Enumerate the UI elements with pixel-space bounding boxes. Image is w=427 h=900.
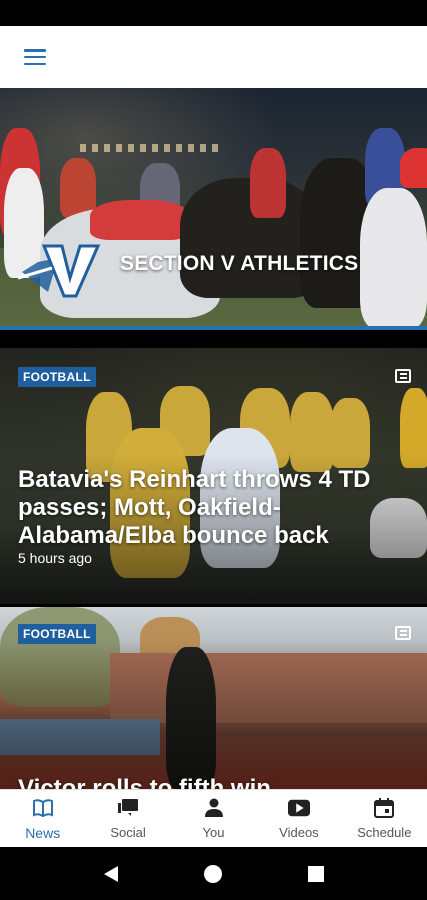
article-timestamp: 5 hours ago <box>18 550 92 566</box>
play-icon <box>287 797 310 819</box>
back-icon[interactable] <box>100 863 122 885</box>
player-shape <box>250 148 286 218</box>
section-v-logo <box>18 244 101 298</box>
article-headline: Victor rolls to fifth win <box>18 775 271 789</box>
nav-label: Videos <box>279 825 319 840</box>
nav-item-news[interactable]: News <box>0 790 85 847</box>
category-badge: FOOTBALL <box>18 624 96 644</box>
person-icon <box>203 797 225 819</box>
helmet-shape <box>90 200 190 240</box>
nav-item-videos[interactable]: Videos <box>256 790 341 847</box>
article-card[interactable]: FOOTBALL Batavia's Reinhart throws 4 TD … <box>0 348 427 604</box>
article-headline: Batavia's Reinhart throws 4 TD passes; M… <box>18 466 371 549</box>
nav-item-schedule[interactable]: Schedule <box>342 790 427 847</box>
article-card[interactable]: FOOTBALL Victor rolls to fifth win <box>0 607 427 789</box>
nav-label: News <box>25 824 61 841</box>
category-badge: FOOTBALL <box>18 367 96 387</box>
article-icon <box>395 626 411 640</box>
recents-icon[interactable] <box>305 863 327 885</box>
chat-icon <box>117 797 139 819</box>
player-shape <box>360 188 427 328</box>
stadium-lights <box>80 144 220 152</box>
helmet-shape <box>400 148 427 188</box>
bottom-navigation: News Social You Videos Schedule <box>0 789 427 847</box>
article-icon <box>395 369 411 383</box>
home-icon[interactable] <box>202 863 224 885</box>
nav-label: Schedule <box>357 825 412 840</box>
book-icon <box>32 797 54 819</box>
card-gradient <box>0 639 427 789</box>
hero-divider <box>0 326 427 330</box>
nav-label: You <box>202 825 225 840</box>
app-bar <box>0 26 427 88</box>
status-bar <box>0 0 427 26</box>
calendar-icon <box>373 797 395 819</box>
system-navigation-bar <box>0 847 427 900</box>
nav-label: Social <box>110 825 146 840</box>
menu-icon[interactable] <box>24 49 46 65</box>
nav-item-social[interactable]: Social <box>85 790 170 847</box>
nav-item-you[interactable]: You <box>171 790 256 847</box>
hero-title: SECTION V ATHLETICS <box>120 252 359 275</box>
hero-banner[interactable]: SECTION V ATHLETICS <box>0 88 427 328</box>
